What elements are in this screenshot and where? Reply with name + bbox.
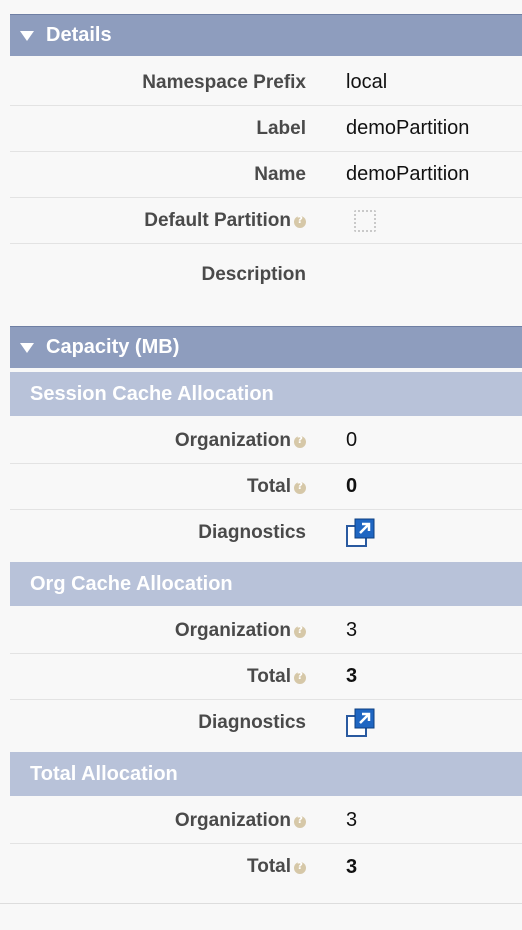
field-label: Description: [201, 264, 306, 285]
field-label: Total: [247, 856, 291, 877]
field-value: 3: [346, 665, 358, 687]
default-partition-checkbox[interactable]: [354, 209, 376, 232]
session-total-row: Total 0: [10, 464, 522, 510]
external-link-icon[interactable]: [346, 518, 376, 548]
field-label: Total: [247, 475, 291, 497]
details-header-title: Details: [46, 24, 112, 46]
field-row-namespace-prefix: Namespace Prefix local: [10, 60, 522, 106]
total-allocation-subheader: Total Allocation: [10, 752, 522, 796]
field-value: 3: [346, 855, 358, 878]
help-icon[interactable]: [294, 435, 306, 448]
subheader-title: Org Cache Allocation: [30, 572, 233, 595]
help-icon[interactable]: [294, 481, 306, 494]
session-organization-row: Organization 0: [10, 418, 522, 464]
field-label: Diagnostics: [198, 522, 306, 543]
field-value: 0: [346, 475, 358, 497]
field-value: 3: [346, 809, 358, 831]
session-cache-subheader: Session Cache Allocation: [10, 372, 522, 416]
field-label: Organization: [174, 619, 291, 641]
field-label: Name: [254, 163, 306, 185]
help-icon[interactable]: [294, 671, 306, 684]
org-organization-row: Organization 3: [10, 608, 522, 654]
total-organization-row: Organization 3: [10, 798, 522, 844]
field-row-name: Name demoPartition: [10, 152, 522, 198]
field-label: Label: [256, 117, 306, 139]
field-value: demoPartition: [346, 163, 470, 185]
field-label: Total: [247, 665, 291, 687]
bottom-divider: [0, 903, 522, 904]
help-icon[interactable]: [294, 861, 306, 874]
details-section-header[interactable]: Details: [10, 14, 522, 56]
field-value: local: [346, 71, 388, 93]
field-row-default-partition: Default Partition: [10, 198, 522, 244]
help-icon[interactable]: [294, 815, 306, 828]
field-row-description: Description: [10, 252, 522, 298]
field-value: 0: [346, 429, 358, 451]
session-diagnostics-row: Diagnostics: [10, 510, 522, 556]
collapse-triangle-icon[interactable]: [20, 30, 34, 41]
collapse-triangle-icon[interactable]: [20, 342, 34, 353]
field-label: Namespace Prefix: [142, 71, 306, 93]
org-diagnostics-row: Diagnostics: [10, 700, 522, 746]
help-icon[interactable]: [294, 625, 306, 638]
field-value: 3: [346, 619, 358, 641]
capacity-section-header[interactable]: Capacity (MB): [10, 326, 522, 368]
org-total-row: Total 3: [10, 654, 522, 700]
field-label: Organization: [174, 429, 291, 451]
field-label: Organization: [174, 809, 291, 831]
field-value: demoPartition: [346, 117, 470, 139]
capacity-header-title: Capacity (MB): [46, 336, 180, 358]
field-label: Default Partition: [144, 209, 291, 231]
field-label: Diagnostics: [198, 712, 306, 733]
org-cache-subheader: Org Cache Allocation: [10, 562, 522, 606]
field-row-label: Label demoPartition: [10, 106, 522, 152]
subheader-title: Session Cache Allocation: [30, 382, 274, 405]
subheader-title: Total Allocation: [30, 762, 178, 785]
external-link-icon[interactable]: [346, 708, 376, 738]
total-total-row: Total 3: [10, 844, 522, 890]
help-icon[interactable]: [294, 215, 306, 228]
